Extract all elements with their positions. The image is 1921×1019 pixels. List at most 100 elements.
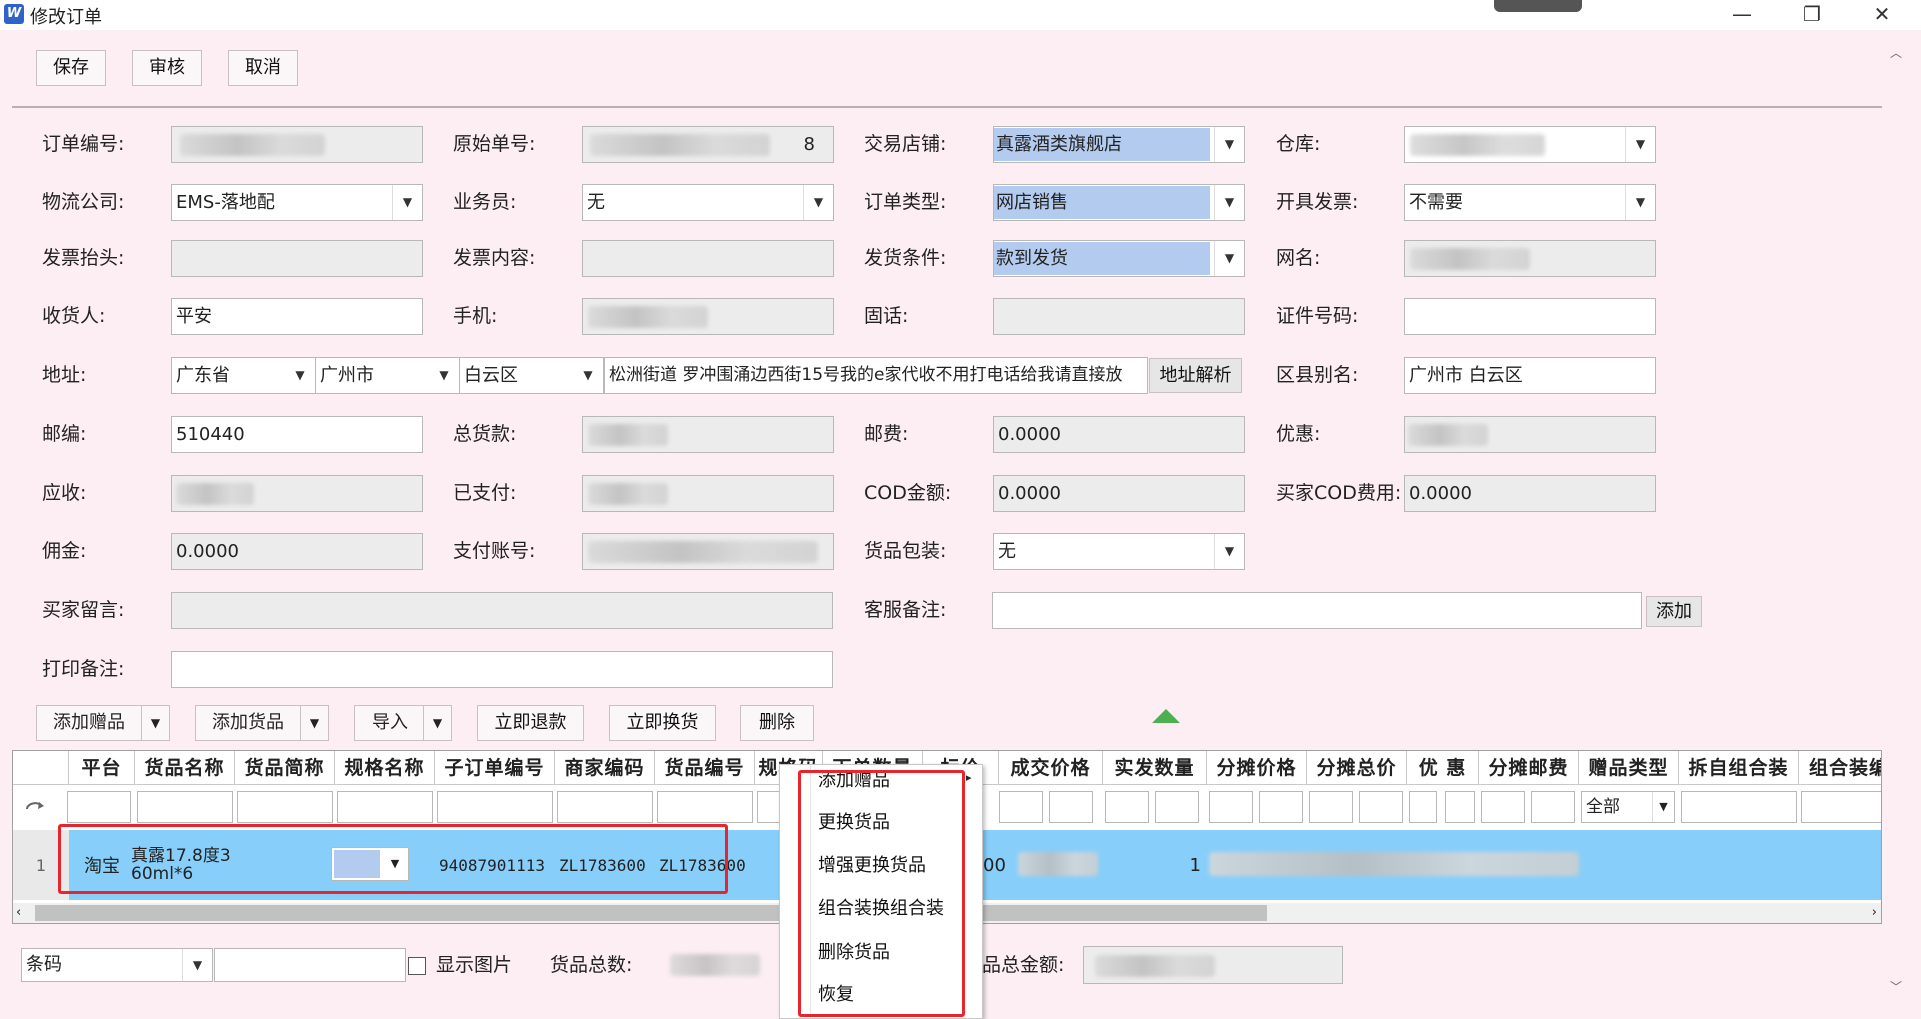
add-goods-button-label[interactable]: 添加货品 (196, 706, 300, 740)
column-header[interactable]: 货品编号 (655, 751, 755, 785)
ship-condition-select[interactable]: 款到发货 ▼ (993, 240, 1245, 277)
column-header[interactable]: 分摊总价 (1307, 751, 1407, 785)
column-header[interactable]: 分摊邮费 (1479, 751, 1579, 785)
invoice-title-field[interactable] (171, 240, 423, 277)
filter-input[interactable] (1309, 791, 1353, 823)
add-gift-split-button[interactable]: 添加赠品 ▼ (36, 705, 170, 741)
filter-input[interactable] (137, 791, 233, 823)
filter-input[interactable] (657, 791, 753, 823)
filter-input[interactable] (999, 791, 1043, 823)
phone-field[interactable] (993, 298, 1245, 335)
chevron-down-icon[interactable]: ▼ (429, 358, 459, 393)
commission-field[interactable]: 0.0000 (171, 533, 423, 570)
cancel-button[interactable]: 取消 (228, 50, 298, 86)
chevron-down-icon[interactable]: ▼ (141, 706, 169, 740)
vertical-scrollbar[interactable]: ︿ ﹀ (1882, 36, 1910, 1016)
column-header[interactable]: 分摊价格 (1207, 751, 1307, 785)
province-select[interactable]: 广东省 ▼ (171, 357, 316, 394)
scrollbar-thumb[interactable] (35, 905, 1267, 921)
close-button[interactable]: ✕ (1852, 0, 1912, 28)
print-remark-field[interactable] (171, 651, 833, 688)
scroll-left-icon[interactable]: ‹ (16, 903, 21, 923)
chevron-down-icon[interactable]: ▼ (1625, 185, 1655, 220)
scroll-up-icon[interactable]: ︿ (1890, 44, 1902, 61)
id-no-field[interactable] (1404, 298, 1656, 335)
filter-input[interactable] (1681, 791, 1797, 823)
address-detail-field[interactable]: 松洲街道 罗冲围涌边西街15号我的e家代收不用打电话给我请直接放 (604, 357, 1148, 394)
buyer-message-field[interactable] (171, 592, 833, 629)
filter-input[interactable] (1209, 791, 1253, 823)
column-header[interactable]: 货品名称 (135, 751, 235, 785)
district-alias-field[interactable]: 广州市 白云区 (1404, 357, 1656, 394)
chevron-down-icon[interactable]: ▼ (1214, 534, 1244, 569)
postage-field[interactable]: 0.0000 (993, 416, 1245, 453)
filter-input[interactable] (1105, 791, 1149, 823)
filter-input[interactable] (337, 791, 433, 823)
collapse-up-icon[interactable] (1152, 708, 1180, 724)
column-header[interactable]: 商家编码 (555, 751, 655, 785)
chevron-down-icon[interactable]: ▼ (1625, 127, 1655, 162)
filter-input[interactable] (1531, 791, 1575, 823)
search-type-select[interactable]: 条码 ▼ (21, 948, 213, 982)
chevron-down-icon[interactable]: ▼ (1652, 792, 1674, 822)
clear-filter-icon[interactable] (23, 797, 47, 817)
buyer-cod-fee-field[interactable]: 0.0000 (1404, 475, 1656, 512)
add-goods-split-button[interactable]: 添加货品 ▼ (195, 705, 329, 741)
column-header[interactable]: 子订单编号 (435, 751, 555, 785)
column-header[interactable]: 实发数量 (1103, 751, 1207, 785)
district-select[interactable]: 白云区 ▼ (459, 357, 604, 394)
filter-input[interactable] (1801, 791, 1881, 823)
filter-input[interactable] (1259, 791, 1303, 823)
filter-input[interactable] (1445, 791, 1475, 823)
address-parse-button[interactable]: 地址解析 (1149, 358, 1242, 393)
audit-button[interactable]: 审核 (132, 50, 202, 86)
scroll-right-icon[interactable]: › (1872, 903, 1877, 923)
packaging-select[interactable]: 无 ▼ (993, 533, 1245, 570)
invoice-content-field[interactable] (582, 240, 834, 277)
chevron-down-icon[interactable]: ▼ (573, 358, 603, 393)
cs-remark-field[interactable] (992, 592, 1642, 629)
column-header[interactable]: 成交价格 (999, 751, 1103, 785)
filter-input[interactable] (1481, 791, 1525, 823)
column-header[interactable]: 组合装编号 (1799, 751, 1881, 785)
filter-input[interactable] (437, 791, 553, 823)
chevron-down-icon[interactable]: ▼ (285, 358, 315, 393)
filter-input[interactable] (1409, 791, 1437, 823)
filter-input[interactable] (1049, 791, 1093, 823)
column-header[interactable]: 拆自组合装 (1679, 751, 1799, 785)
invoice-select[interactable]: 不需要 ▼ (1404, 184, 1656, 221)
logistics-select[interactable]: EMS-落地配 ▼ (171, 184, 423, 221)
exchange-now-button[interactable]: 立即换货 (609, 705, 716, 741)
minimize-button[interactable]: — (1712, 0, 1772, 28)
filter-input[interactable] (557, 791, 653, 823)
chevron-down-icon[interactable]: ▼ (1214, 241, 1244, 276)
maximize-button[interactable]: ❐ (1782, 0, 1842, 28)
city-select[interactable]: 广州市 ▼ (315, 357, 460, 394)
refund-now-button[interactable]: 立即退款 (477, 705, 584, 741)
show-image-checkbox[interactable] (408, 957, 426, 975)
order-type-select[interactable]: 网店销售 ▼ (993, 184, 1245, 221)
filter-input[interactable] (1155, 791, 1199, 823)
import-button-label[interactable]: 导入 (355, 706, 425, 740)
cs-remark-add-button[interactable]: 添加 (1646, 596, 1702, 627)
cod-amount-field[interactable]: 0.0000 (993, 475, 1245, 512)
shop-select[interactable]: 真露酒类旗舰店 ▼ (993, 126, 1245, 163)
column-header[interactable]: 规格名称 (335, 751, 435, 785)
chevron-down-icon[interactable]: ▼ (182, 949, 212, 981)
salesman-select[interactable]: 无 ▼ (582, 184, 834, 221)
column-header[interactable]: 平台 (69, 751, 135, 785)
save-button[interactable]: 保存 (36, 50, 106, 86)
chevron-down-icon[interactable]: ▼ (423, 706, 451, 740)
postcode-field[interactable]: 510440 (171, 416, 423, 453)
chevron-down-icon[interactable]: ▼ (300, 706, 328, 740)
chevron-down-icon[interactable]: ▼ (392, 185, 422, 220)
chevron-down-icon[interactable]: ▼ (803, 185, 833, 220)
filter-input[interactable] (1359, 791, 1403, 823)
import-split-button[interactable]: 导入 ▼ (354, 705, 452, 741)
chevron-down-icon[interactable]: ▼ (1214, 127, 1244, 162)
column-header[interactable]: 优 惠 (1407, 751, 1479, 785)
delete-goods-button[interactable]: 删除 (740, 705, 814, 741)
gift-type-filter-select[interactable]: 全部 ▼ (1581, 791, 1675, 823)
column-header[interactable]: 赠品类型 (1579, 751, 1679, 785)
search-input[interactable] (214, 948, 406, 982)
